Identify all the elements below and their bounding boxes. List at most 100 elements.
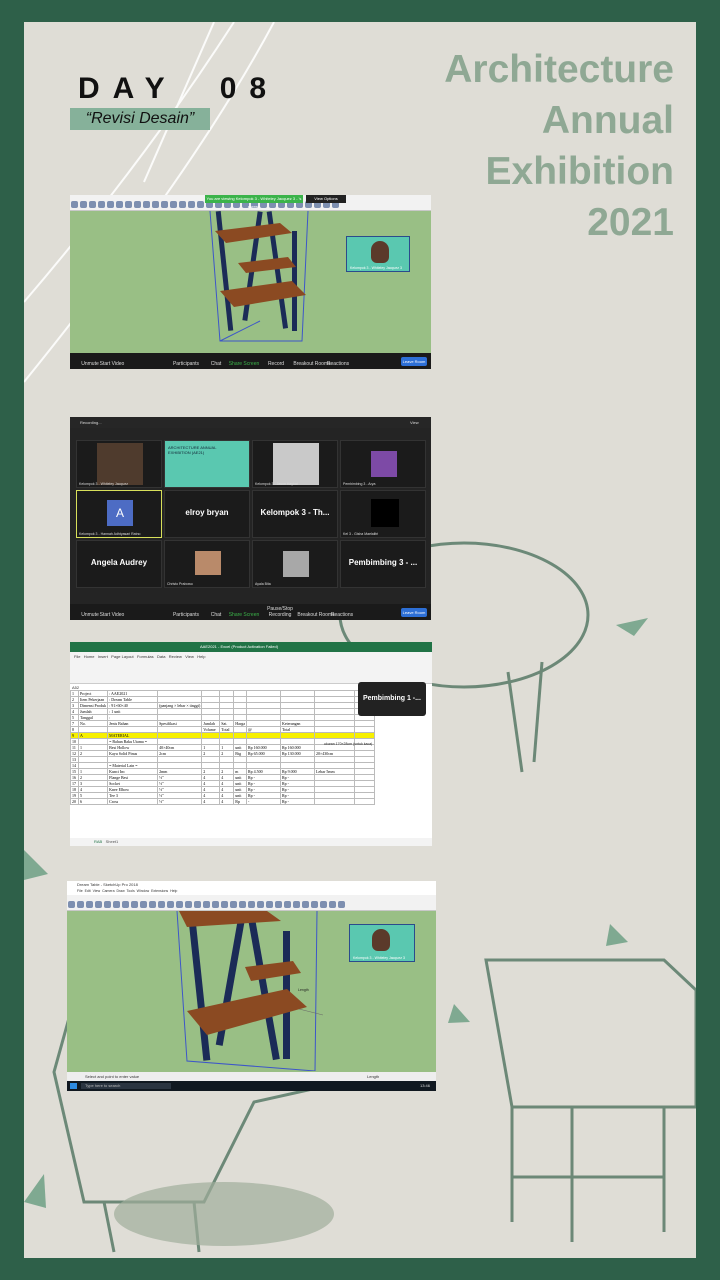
length-field[interactable]: Length (367, 1072, 379, 1081)
participant-popup[interactable]: Pembimbing 1 -... (358, 682, 426, 716)
sketchup-titlebar: Dream Table - SketchUp Pro 2018 (67, 881, 436, 889)
table-cell[interactable]: Harga (233, 720, 247, 727)
participant-tile[interactable]: A Kelompok 3 - Hannah Adhtyasari Ratno (76, 490, 162, 538)
menu-item[interactable]: Draw (116, 889, 124, 893)
participant-tile[interactable]: elroy bryan (164, 490, 250, 538)
participant-tile[interactable]: Pembimbing 3 - ... (340, 540, 426, 588)
headline-line: Architecture (444, 48, 674, 91)
menu-item[interactable]: Review (169, 654, 182, 659)
participant-tile[interactable]: Christo Prabowo (164, 540, 250, 588)
reactions-button[interactable]: Reactions (318, 361, 358, 367)
sketchup-status-bar: Select and point to enter value Length (67, 1072, 436, 1081)
menu-item[interactable]: View (185, 654, 194, 659)
table-cell[interactable]: Dimensi Produk (77, 702, 109, 709)
menu-item[interactable]: Camera (102, 889, 114, 893)
screenshot-sketchup-zoom: You are viewing Kelompok 3 - Whiteley Ja… (70, 195, 431, 369)
windows-start-icon[interactable] (70, 1083, 77, 1089)
menu-item[interactable]: View (93, 889, 101, 893)
table-cell[interactable]: 6 (77, 798, 109, 805)
menu-item[interactable]: Tools (127, 889, 135, 893)
participant-name: Pembimbing 3 - ... (348, 558, 418, 567)
participant-tile[interactable]: Angela Audrey (76, 540, 162, 588)
table-cell[interactable] (314, 798, 355, 805)
table-cell[interactable]: Rp (233, 798, 247, 805)
status-text: Select and point to enter value (85, 1074, 140, 1079)
participant-video (97, 443, 143, 485)
participant-name: Kel 3 - Gisha Maelalitri (343, 532, 379, 536)
participant-name: Kelompok 3 - Whiteley Jacquez (79, 482, 129, 486)
camera-label: Kelompok 3 - Whiteley Jacquez 3 (350, 266, 402, 270)
menu-item[interactable]: Home (84, 654, 95, 659)
participant-camera: Kelompok 3 - Whiteley Jacquez 3 (349, 924, 415, 962)
table-row: 12 2 Kayu Solid Pinus 2cm 2 2 Btg Rp 65.000 Rp 1… (70, 750, 375, 757)
headline-line: 2021 (587, 201, 674, 244)
menu-item[interactable]: Formulas (137, 654, 154, 659)
share-screen-button[interactable]: Share Screen (224, 612, 264, 618)
screenshot-sketchup-desktop: Dream Table - SketchUp Pro 2018 File Edi… (67, 881, 436, 1091)
table-cell[interactable]: 4 (219, 798, 235, 805)
table-cell[interactable] (354, 798, 375, 805)
measure-guide (298, 1008, 324, 1016)
menu-item[interactable]: Edit (85, 889, 91, 893)
participant-name: Kelompok 3 - Hannah Adhtyasari Ratno (79, 532, 141, 536)
share-banner: You are viewing Kelompok 3 - Whiteley Ja… (205, 195, 303, 209)
table-row: 20 6 Cross ½" 4 4 Rp - Rp - (70, 798, 375, 805)
menu-item[interactable]: Data (157, 654, 165, 659)
sheet-tab[interactable]: Sheet1 (106, 839, 119, 844)
menu-item[interactable]: Help (170, 889, 177, 893)
menu-item[interactable]: Window (137, 889, 149, 893)
participant-tile[interactable]: Ayala Bita (252, 540, 338, 588)
participant-tile[interactable]: Kelompok 3 - Th... (252, 490, 338, 538)
participant-name: Angela Audrey (90, 558, 148, 567)
table-cell[interactable]: Cross (107, 798, 159, 805)
zoom-toolbar: Unmute Start Video Participants Chat Sha… (70, 604, 431, 620)
reactions-button[interactable]: Reactions (322, 612, 362, 618)
participant-video (283, 551, 309, 577)
taskbar-search[interactable]: Type here to search (81, 1083, 171, 1089)
screenshot-excel: AAE2021 - Excel (Product Activation Fail… (70, 642, 432, 846)
leave-room-button[interactable]: Leave Room (401, 608, 427, 617)
menu-item[interactable]: Page Layout (111, 654, 133, 659)
participant-tile[interactable]: Kel 3 - Gisha Maelalitri (340, 490, 426, 538)
headline: Architecture Annual Exhibition 2021 (444, 44, 674, 248)
table-cell[interactable]: (panjang × lebar × tinggi) (157, 702, 203, 709)
table-row: 15 1 Kunci Inc 2mm 2 2 m Rp 4.500 Rp 9.000 Lebar … (70, 768, 375, 775)
table-cell[interactable]: 4 (201, 798, 221, 805)
table-cell[interactable]: ½" (157, 798, 203, 805)
view-options-button[interactable]: View Options (306, 195, 346, 203)
participant-tile[interactable]: Kelompok 3 - Jason Haykal (252, 440, 338, 488)
participant-video (195, 551, 221, 575)
start-video-button[interactable]: Start Video (92, 361, 132, 367)
menu-item[interactable]: Extensions (151, 889, 168, 893)
sketchup-toolbar (67, 895, 436, 911)
start-video-button[interactable]: Start Video (92, 612, 132, 618)
zoom-top-bar: Recording... View (70, 417, 431, 428)
menu-item[interactable]: File (77, 889, 83, 893)
participant-tile[interactable]: Pembimbing 3 - Arya (340, 440, 426, 488)
taskbar-clock: 13:46 (419, 1083, 430, 1088)
participant-camera: Kelompok 3 - Whiteley Jacquez 3 (346, 236, 410, 272)
sheet-tab[interactable]: RAB (94, 839, 102, 844)
participant-name: Kelompok 3 - Th... (260, 508, 330, 517)
menu-item[interactable]: Help (197, 654, 205, 659)
table-cell[interactable]: - (246, 798, 281, 805)
shared-slide-title: ARCHITECTURE ANNUAL EXHIBITION (AE21) (168, 445, 217, 455)
headline-line: Annual (541, 99, 674, 142)
excel-ribbon: File Home Insert Page Layout Formulas Da… (70, 652, 432, 684)
zoom-toolbar: Unmute Start Video Participants Chat Sha… (70, 353, 431, 369)
table-cell[interactable]: Item Pekerjaan (77, 696, 109, 703)
camera-label: Kelompok 3 - Whiteley Jacquez 3 (353, 956, 405, 960)
recording-indicator: Recording... (80, 420, 102, 425)
menu-item[interactable]: Insert (98, 654, 108, 659)
poster: DAY 08 “Revisi Desain” Architecture Annu… (24, 22, 696, 1258)
table-cell[interactable]: Rp - (280, 798, 315, 805)
leave-room-button[interactable]: Leave Room (401, 357, 427, 366)
recording-control-button[interactable]: Pause/Stop Recording (260, 606, 300, 618)
participant-tile[interactable]: Kelompok 3 - Whiteley Jacquez (76, 440, 162, 488)
menu-item[interactable]: File (74, 654, 80, 659)
view-button[interactable]: View (410, 420, 419, 425)
participant-tile[interactable]: ARCHITECTURE ANNUAL EXHIBITION (AE21) (164, 440, 250, 488)
record-button[interactable]: Record (256, 361, 296, 367)
table-cell[interactable]: 20 (70, 798, 79, 805)
participant-avatar: A (107, 500, 133, 526)
